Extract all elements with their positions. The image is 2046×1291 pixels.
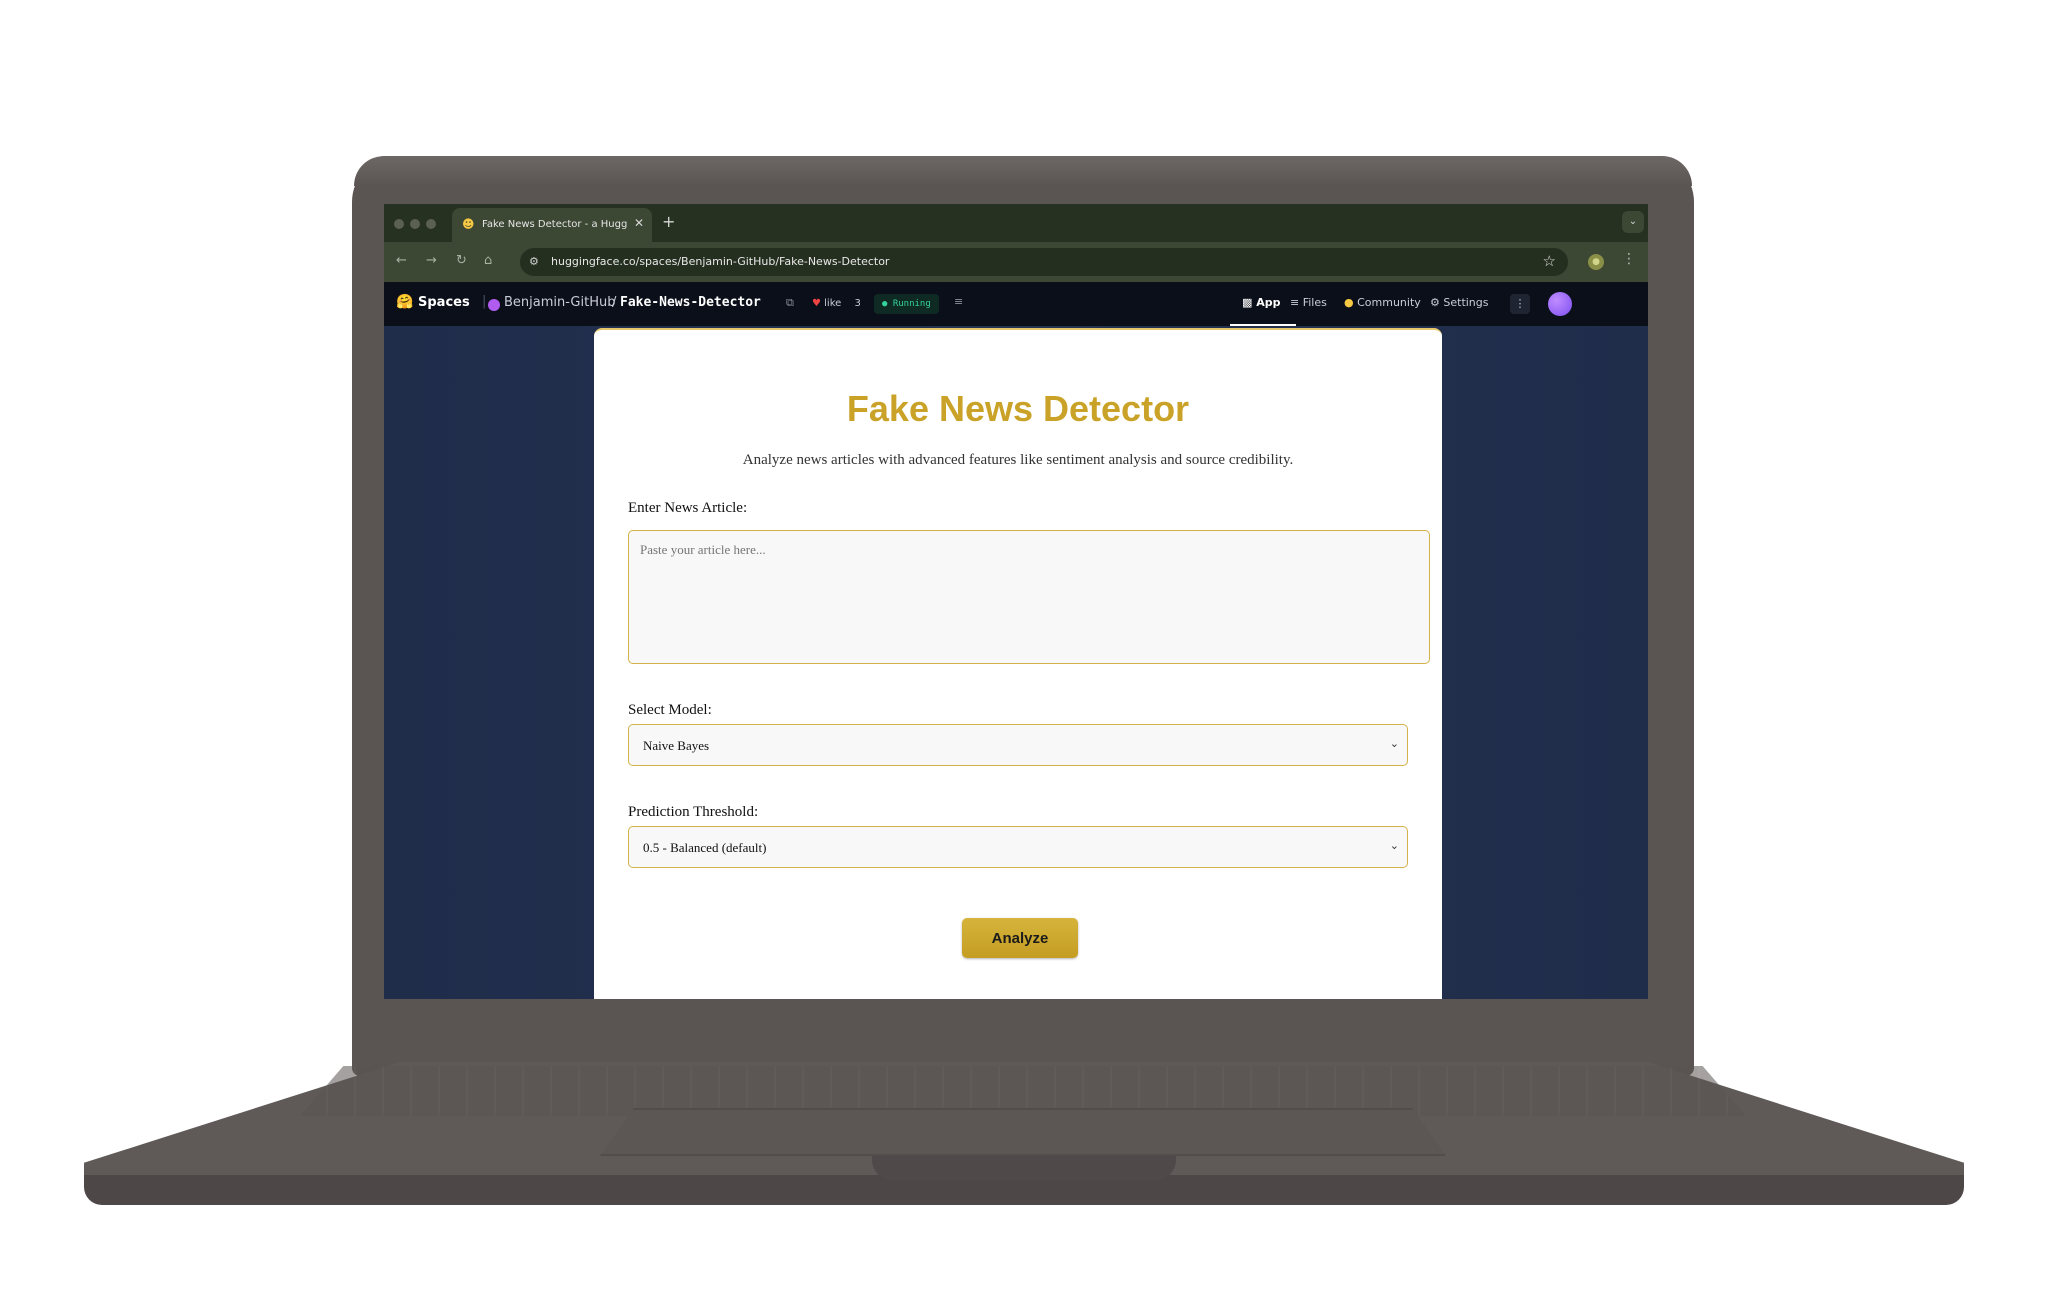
owner-link[interactable]: Benjamin-GitHub [504,295,615,310]
tab-app-label: App [1256,296,1281,309]
heart-icon: ♥ [812,298,821,309]
logs-icon[interactable]: ≡ [954,295,963,308]
browser-tab-bar: ☻ Fake News Detector - a Hugg ✕ + ⌄ [384,204,1648,242]
laptop-notch [872,1156,1176,1180]
status-badge[interactable]: ● Running [874,294,939,314]
model-label: Select Model: [628,702,712,718]
owner-avatar [488,299,500,311]
threshold-select-value: 0.5 - Balanced (default) [643,840,767,855]
home-icon[interactable]: ⌂ [484,253,492,268]
laptop-trackpad [600,1108,1446,1156]
laptop-screen: ☻ Fake News Detector - a Hugg ✕ + ⌄ ← → … [384,204,1648,999]
page-subtitle: Analyze news articles with advanced feat… [742,452,1294,468]
tab-settings-label: Settings [1443,296,1489,309]
tab-title: Fake News Detector - a Hugg [482,219,628,230]
browser-tab[interactable]: ☻ Fake News Detector - a Hugg ✕ [452,208,652,242]
window-minimize-dot[interactable] [410,219,420,229]
site-settings-icon[interactable]: ⚙ [529,255,539,268]
extension-icon[interactable]: ● [1588,254,1604,270]
model-select-value: Naive Bayes [643,738,710,753]
threshold-label: Prediction Threshold: [628,804,759,820]
reload-icon[interactable]: ↻ [456,253,467,268]
hf-space-header: 🤗 Spaces | Benjamin-GitHub / Fake-News-D… [384,282,1648,326]
gear-icon: ⚙ [1430,296,1440,309]
url-text[interactable]: huggingface.co/spaces/Benjamin-GitHub/Fa… [551,255,889,268]
files-icon: ≡ [1290,296,1300,309]
user-avatar[interactable] [1548,292,1572,316]
back-arrow-icon[interactable]: ← [396,253,407,268]
path-separator: / [612,295,617,310]
tab-close-icon[interactable]: ✕ [634,216,644,230]
tab-files[interactable]: ≡ Files [1290,296,1327,309]
window-close-dot[interactable] [394,219,404,229]
status-text: Running [892,299,931,309]
forward-arrow-icon[interactable]: → [426,253,437,268]
new-tab-icon[interactable]: + [662,212,675,231]
tab-search-chevron-icon[interactable]: ⌄ [1622,211,1644,233]
tab-app[interactable]: ▩ App [1242,296,1281,309]
like-label: like [824,298,842,309]
analyze-button[interactable]: Analyze [962,918,1078,958]
divider: | [482,294,487,309]
more-options-icon[interactable]: ⋮ [1510,294,1530,314]
tab-community[interactable]: ● Community [1344,296,1421,309]
window-zoom-dot[interactable] [426,219,436,229]
article-textarea[interactable] [628,530,1430,664]
community-icon: ● [1344,296,1354,309]
tab-community-label: Community [1357,296,1421,309]
repo-name-link[interactable]: Fake-News-Detector [620,295,761,310]
detector-card: Fake News Detector Analyze news articles… [594,328,1442,999]
cube-icon: ▩ [1242,296,1253,309]
chevron-down-icon: ⌄ [1389,737,1399,750]
page-title: Fake News Detector [846,388,1190,429]
tab-files-label: Files [1302,296,1327,309]
spaces-link[interactable]: Spaces [418,295,470,310]
like-button[interactable]: ♥ like 3 [806,294,867,314]
article-label: Enter News Article: [628,500,748,516]
browser-toolbar: ← → ↻ ⌂ ⚙ huggingface.co/spaces/Benjamin… [384,242,1648,282]
tab-settings[interactable]: ⚙ Settings [1430,296,1489,309]
threshold-select[interactable]: 0.5 - Balanced (default) ⌄ [628,826,1408,868]
bookmark-star-icon[interactable]: ☆ [1543,252,1556,270]
hugging-face-logo-icon[interactable]: 🤗 [396,294,413,310]
address-bar[interactable]: ⚙ huggingface.co/spaces/Benjamin-GitHub/… [520,248,1568,276]
laptop-lid-edge [354,156,1692,186]
hugging-face-favicon-icon: ☻ [462,217,475,231]
browser-menu-icon[interactable]: ⋮ [1622,251,1636,267]
model-select[interactable]: Naive Bayes ⌄ [628,724,1408,766]
copy-icon[interactable]: ⧉ [786,296,794,310]
like-count: 3 [854,298,861,309]
chevron-down-icon: ⌄ [1389,839,1399,852]
